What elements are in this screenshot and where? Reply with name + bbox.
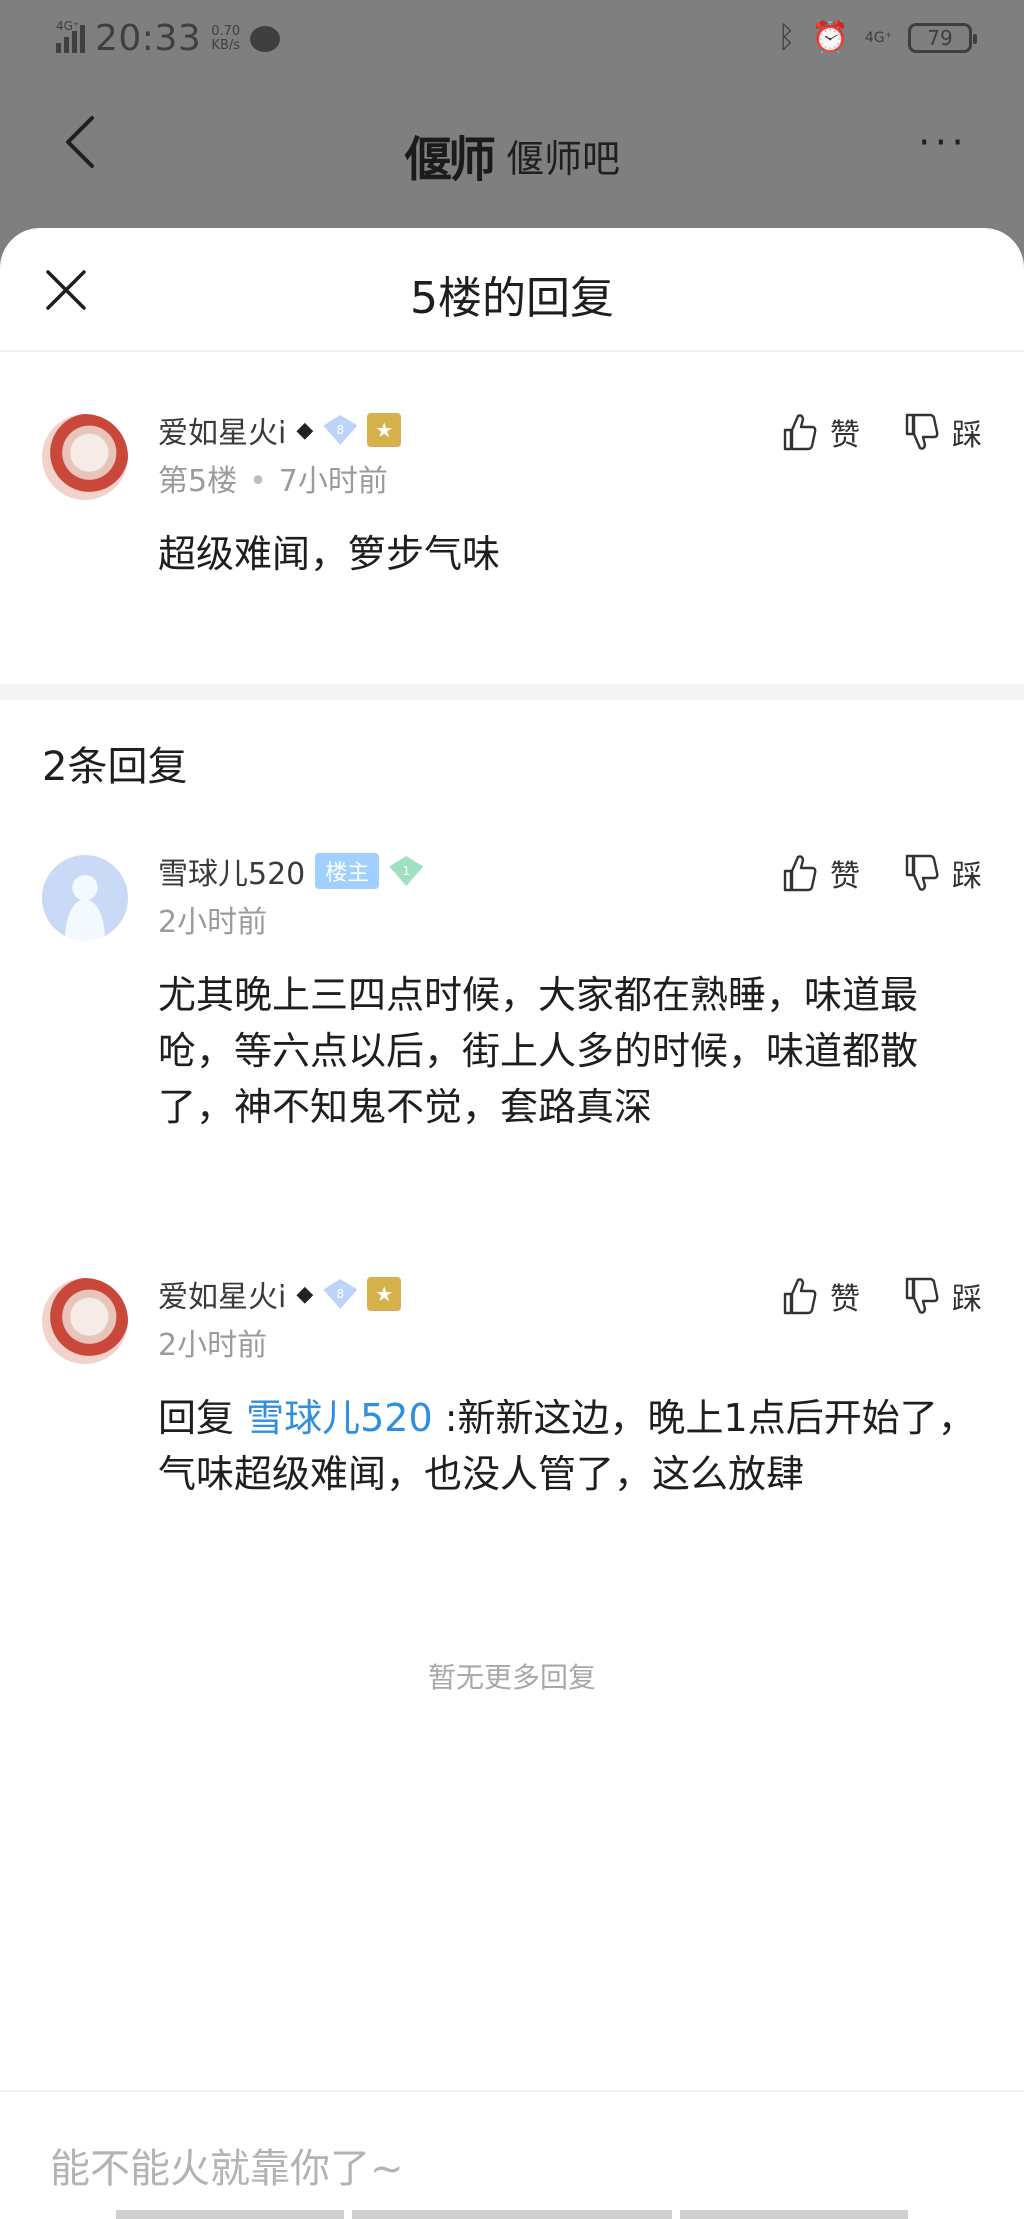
reply-item: 雪球儿520 楼主 1 2小时前 尤其晚上三四点时候，大家都在熟睡，味道最呛，等… <box>0 851 1024 1135</box>
reply-input-bar[interactable]: 能不能火就靠你了~ <box>0 2090 1024 2219</box>
thumbs-down-icon <box>905 413 939 450</box>
thumbs-down-icon <box>905 854 939 891</box>
sheet-title: 5楼的回复 <box>410 273 614 324</box>
bottom-hint-bar <box>116 2210 344 2219</box>
thumbs-up-icon <box>783 1278 817 1315</box>
reply-actions: 赞 踩 <box>782 851 982 895</box>
bottom-hint-bar <box>352 2210 672 2219</box>
network-type: 4G⁺ <box>56 18 80 33</box>
post-actions: 赞 踩 <box>782 410 982 454</box>
alarm-icon: ⏰ <box>811 20 849 55</box>
post-time: 7小时前 <box>278 464 388 499</box>
like-button[interactable]: 赞 <box>782 1274 860 1318</box>
reply-count: 2条回复 <box>42 744 188 790</box>
network-type-right: 4G⁺ <box>864 29 892 46</box>
level-badge-icon: 8 <box>323 415 358 445</box>
thumbs-up-icon <box>783 414 817 451</box>
status-bar: 4G⁺ 20:33 0.70 KB/s ᛒ ⏰ 4G⁺ 79 <box>0 0 1024 80</box>
username[interactable]: 雪球儿520 <box>158 849 305 893</box>
dislike-button[interactable]: 踩 <box>904 410 982 454</box>
avatar[interactable] <box>42 414 128 500</box>
reply-item: 爱如星火i ◆ 8 ★ 2小时前 回复 雪球儿520 :新新这边，晚上1点后开始… <box>0 1274 1024 1502</box>
forum-logo: 偃师 <box>403 132 496 188</box>
reply-content: 尤其晚上三四点时候，大家都在熟睡，味道最呛，等六点以后，街上人多的时候，味道都散… <box>158 973 919 1129</box>
owner-badge: 楼主 <box>315 853 380 889</box>
username[interactable]: 爱如星火i <box>158 408 286 452</box>
avatar[interactable] <box>42 1278 128 1364</box>
section-divider <box>0 684 1024 700</box>
more-icon[interactable]: ··· <box>918 120 968 166</box>
reply-to-user-link[interactable]: 雪球儿520 <box>246 1396 433 1440</box>
reply-input[interactable]: 能不能火就靠你了~ <box>50 2136 404 2194</box>
clock: 20:33 <box>95 18 202 59</box>
app-header: 偃师 偃师吧 ··· <box>0 80 1024 230</box>
username[interactable]: 爱如星火i <box>158 1272 286 1316</box>
level-badge-icon: 8 <box>323 1279 358 1309</box>
reply-time: 2小时前 <box>158 905 268 940</box>
sheet-header: 5楼的回复 <box>0 228 1024 352</box>
medal-icon: ★ <box>367 1277 402 1311</box>
no-more-replies: 暂无更多回复 <box>427 1661 596 1694</box>
avatar[interactable] <box>42 855 128 941</box>
thumbs-up-icon <box>783 855 817 892</box>
battery-icon: 79 <box>908 22 977 53</box>
forum-title[interactable]: 偃师 偃师吧 <box>0 120 1024 190</box>
thumbs-down-icon <box>905 1277 939 1314</box>
net-speed: 0.70 KB/s <box>211 23 241 53</box>
user-mark: ◆ <box>296 417 314 443</box>
floor-label: 第5楼 <box>158 464 238 499</box>
medal-icon: ★ <box>367 413 402 447</box>
like-button[interactable]: 赞 <box>782 851 860 895</box>
like-button[interactable]: 赞 <box>782 410 860 454</box>
user-mark: ◆ <box>296 1281 314 1307</box>
signal-icon: 4G⁺ <box>56 19 85 53</box>
bottom-hint-bar <box>680 2210 908 2219</box>
forum-name: 偃师吧 <box>506 136 621 181</box>
main-post: 爱如星火i ◆ 8 ★ 第5楼 • 7小时前 超级难闻，箩步气味 赞 踩 <box>0 410 1024 582</box>
post-content: 超级难闻，箩步气味 <box>158 532 501 576</box>
level-badge-icon: 1 <box>389 856 424 886</box>
message-icon <box>250 25 281 52</box>
post-meta: 第5楼 • 7小时前 <box>158 464 388 499</box>
reply-time: 2小时前 <box>158 1328 268 1363</box>
dislike-button[interactable]: 踩 <box>904 1274 982 1318</box>
reply-sheet: 5楼的回复 爱如星火i ◆ 8 ★ 第5楼 • 7小时前 超级难闻，箩步气味 赞 踩… <box>0 228 1024 2219</box>
dislike-button[interactable]: 踩 <box>904 851 982 895</box>
reply-actions: 赞 踩 <box>782 1274 982 1318</box>
bluetooth-icon: ᛒ <box>777 20 796 55</box>
reply-content: 回复 雪球儿520 :新新这边，晚上1点后开始了，气味超级难闻，也没人管了，这么… <box>158 1390 978 1502</box>
reply-prefix: 回复 <box>158 1396 235 1440</box>
